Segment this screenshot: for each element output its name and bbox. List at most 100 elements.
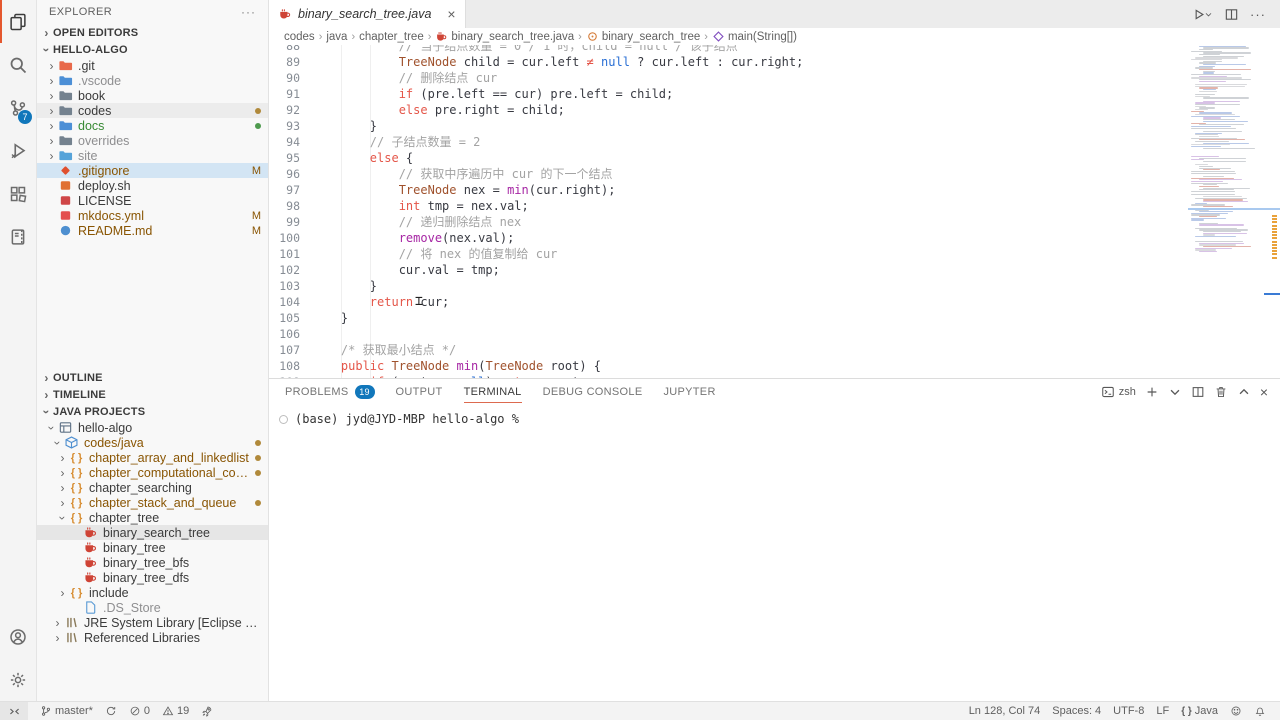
code-line-98[interactable]: 98 int tmp = nex.val; <box>269 198 1280 214</box>
activity-source-control[interactable]: 7 <box>0 86 36 129</box>
explorer-item-mkdocs-yml[interactable]: mkdocs.ymlM <box>37 208 268 223</box>
status-sync[interactable] <box>99 702 123 720</box>
explorer-item--gitignore[interactable]: .gitignoreM <box>37 163 268 178</box>
code-line-96[interactable]: 96 // 获取中序遍历中 cur 的下一个结点 <box>269 166 1280 182</box>
status-indentation[interactable]: Spaces: 4 <box>1046 705 1107 717</box>
maximize-panel-icon[interactable] <box>1237 385 1251 399</box>
activity-search[interactable] <box>0 43 36 86</box>
explorer-item-codes[interactable]: ›codes <box>37 103 268 118</box>
code-line-101[interactable]: 101 // 将 nex 的值复制给 cur <box>269 246 1280 262</box>
activity-settings[interactable] <box>0 658 36 701</box>
activity-run-debug[interactable] <box>0 129 36 172</box>
java-project-item-include[interactable]: ›{ }include <box>37 585 268 600</box>
status-eol[interactable]: LF <box>1150 705 1175 717</box>
explorer-item-overrides[interactable]: ›overrides <box>37 133 268 148</box>
section-java-projects[interactable]: ›JAVA PROJECTS <box>37 403 268 420</box>
java-project-item-chapter-array-and-linkedlist[interactable]: ›{ }chapter_array_and_linkedlist <box>37 450 268 465</box>
code-line-100[interactable]: 100 remove(nex.val); <box>269 230 1280 246</box>
explorer-item-license[interactable]: LICENSE <box>37 193 268 208</box>
activity-notebook[interactable] <box>0 215 36 258</box>
explorer-item--git[interactable]: ›.git <box>37 58 268 73</box>
code-line-108[interactable]: 108 public TreeNode min(TreeNode root) { <box>269 358 1280 374</box>
status-encoding[interactable]: UTF-8 <box>1107 705 1150 717</box>
code-line-105[interactable]: 105 } <box>269 310 1280 326</box>
java-project-item-referenced-libraries[interactable]: ›Referenced Libraries <box>37 630 268 645</box>
explorer-item--vscode[interactable]: ›.vscode <box>37 73 268 88</box>
java-project-item-chapter-searching[interactable]: ›{ }chapter_searching <box>37 480 268 495</box>
java-project-item-chapter-tree[interactable]: ›{ }chapter_tree <box>37 510 268 525</box>
activity-account[interactable] <box>0 615 36 658</box>
kill-terminal-icon[interactable] <box>1214 385 1228 399</box>
java-project-item-jre-system-library-eclipse-temurin-17-17-[interactable]: ›JRE System Library [Eclipse Temurin 17 … <box>37 615 268 630</box>
java-project-item-binary-tree-bfs[interactable]: binary_tree_bfs <box>37 555 268 570</box>
status-warnings[interactable]: 19 <box>156 702 195 720</box>
run-button[interactable] <box>1191 7 1213 22</box>
code-line-88[interactable]: 88 // 当子结点数量 = 0 / 1 时，child = null / 该子… <box>269 45 1280 54</box>
status-feedback[interactable] <box>1224 705 1248 717</box>
section-outline[interactable]: ›OUTLINE <box>37 369 268 386</box>
code-line-94[interactable]: 94 // 子结点数量 = 2 <box>269 134 1280 150</box>
status-java-status[interactable] <box>195 702 219 720</box>
section-hello-algo[interactable]: ›HELLO-ALGO <box>37 41 268 58</box>
status-notifications[interactable] <box>1248 705 1272 717</box>
java-project-item-binary-tree[interactable]: binary_tree <box>37 540 268 555</box>
code-line-92[interactable]: 92 else pre.right = child; <box>269 102 1280 118</box>
code-line-106[interactable]: 106 <box>269 326 1280 342</box>
chevron-down-icon[interactable] <box>1168 385 1182 399</box>
panel-tab-output[interactable]: OUTPUT <box>396 379 443 404</box>
java-project-item-hello-algo[interactable]: ›hello-algo <box>37 420 268 435</box>
code-line-90[interactable]: 90 // 删除结点 cur <box>269 70 1280 86</box>
editor-more-icon[interactable]: ··· <box>1250 7 1266 22</box>
explorer-item-docs[interactable]: ›docs <box>37 118 268 133</box>
status-language-mode[interactable]: { }Java <box>1175 705 1224 717</box>
code-editor[interactable]: 88 // 当子结点数量 = 0 / 1 时，child = null / 该子… <box>269 45 1280 378</box>
java-project-item-codes-java[interactable]: ›codes/java <box>37 435 268 450</box>
section-timeline[interactable]: ›TIMELINE <box>37 386 268 403</box>
code-line-107[interactable]: 107 /* 获取最小结点 */ <box>269 342 1280 358</box>
code-line-91[interactable]: 91 if (pre.left == cur) pre.left = child… <box>269 86 1280 102</box>
panel-tab-terminal[interactable]: TERMINAL <box>464 379 522 404</box>
breadcrumb-item[interactable]: chapter_tree <box>359 31 424 43</box>
tab-binary-search-tree[interactable]: binary_search_tree.java × <box>269 0 466 28</box>
code-line-103[interactable]: 103 } <box>269 278 1280 294</box>
breadcrumb-item[interactable]: main(String[]) <box>712 30 797 43</box>
status-errors[interactable]: 0 <box>123 702 156 720</box>
code-line-99[interactable]: 99 // 递归删除结点 nex <box>269 214 1280 230</box>
shell-selector[interactable]: zsh <box>1101 385 1136 399</box>
java-project-item--ds-store[interactable]: .DS_Store <box>37 600 268 615</box>
tab-close-icon[interactable]: × <box>447 7 455 21</box>
panel-tab-problems[interactable]: PROBLEMS19 <box>285 379 375 404</box>
java-project-item-binary-tree-dfs[interactable]: binary_tree_dfs <box>37 570 268 585</box>
status-branch[interactable]: master* <box>34 702 99 720</box>
new-terminal-icon[interactable] <box>1145 385 1159 399</box>
status-cursor-position[interactable]: Ln 128, Col 74 <box>963 705 1047 717</box>
activity-explorer[interactable] <box>0 0 36 43</box>
code-line-89[interactable]: 89 TreeNode child = cur.left ≠ null ? cu… <box>269 54 1280 70</box>
code-line-95[interactable]: 95 else { <box>269 150 1280 166</box>
more-actions-icon[interactable]: ··· <box>241 5 256 19</box>
explorer-item-site[interactable]: ›site <box>37 148 268 163</box>
activity-extensions[interactable] <box>0 172 36 215</box>
breadcrumb-item[interactable]: codes <box>284 31 315 43</box>
explorer-item-book[interactable]: ›book <box>37 88 268 103</box>
minimap[interactable] <box>1188 45 1280 378</box>
breadcrumb-item[interactable]: binary_search_tree.java <box>435 30 574 43</box>
code-line-109[interactable]: 109 if (root == null) return root; <box>269 374 1280 378</box>
split-editor-icon[interactable] <box>1224 7 1239 22</box>
split-terminal-icon[interactable] <box>1191 385 1205 399</box>
breadcrumb-item[interactable]: java <box>326 31 347 43</box>
java-project-item-chapter-computational-complexity[interactable]: ›{ }chapter_computational_complexity <box>37 465 268 480</box>
java-project-item-binary-search-tree[interactable]: binary_search_tree <box>37 525 268 540</box>
code-line-93[interactable]: 93 } <box>269 118 1280 134</box>
java-project-item-chapter-stack-and-queue[interactable]: ›{ }chapter_stack_and_queue <box>37 495 268 510</box>
terminal[interactable]: (base) jyd@JYD-MBP hello-algo % <box>269 404 1280 701</box>
explorer-item-deploy-sh[interactable]: deploy.sh <box>37 178 268 193</box>
section-open-editors[interactable]: ›OPEN EDITORS <box>37 24 268 41</box>
panel-tab-debug-console[interactable]: DEBUG CONSOLE <box>543 379 643 404</box>
remote-indicator[interactable] <box>0 702 28 720</box>
close-panel-icon[interactable]: × <box>1260 385 1268 399</box>
panel-tab-jupyter[interactable]: JUPYTER <box>663 379 715 404</box>
explorer-item-readme-md[interactable]: README.mdM <box>37 223 268 238</box>
breadcrumb-item[interactable]: binary_search_tree <box>586 30 700 43</box>
code-line-102[interactable]: 102 cur.val = tmp; <box>269 262 1280 278</box>
